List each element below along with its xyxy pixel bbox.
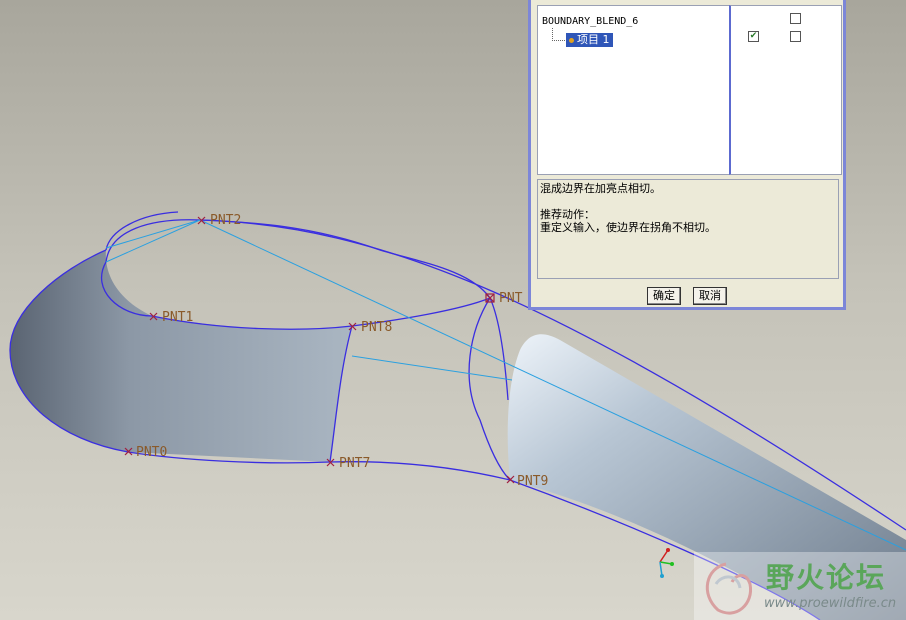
boundary-blend-dialog: BOUNDARY_BLEND_6 项目 1 ✔ 混成边界在加亮点相切。 推荐动作… — [528, 0, 846, 310]
message-pane: 混成边界在加亮点相切。 推荐动作： 重定义输入，使边界在拐角不相切。 — [537, 179, 839, 279]
point-label-pnt1: PNT1 — [162, 310, 193, 325]
checkbox-pane: ✔ — [729, 5, 842, 175]
watermark-title: 野火论坛 — [766, 561, 887, 594]
tree-root-label[interactable]: BOUNDARY_BLEND_6 — [542, 16, 638, 27]
point-marker-pnt-highlight — [485, 293, 495, 303]
tree-item-label: 项目 1 — [577, 33, 610, 46]
cancel-button[interactable]: 取消 — [693, 287, 727, 305]
blend-surface-left[interactable] — [10, 250, 352, 462]
curve-vertical-2 — [489, 297, 509, 401]
tree-item-bullet-icon — [569, 37, 574, 43]
point-label-pnt2: PNT2 — [210, 213, 241, 228]
ok-button[interactable]: 确定 — [647, 287, 681, 305]
recommendation-heading: 推荐动作： — [540, 208, 595, 221]
recommendation-text: 重定义输入，使边界在拐角不相切。 — [540, 221, 716, 234]
point-label-pnt: PNT — [499, 291, 523, 306]
curve-top-loop — [105, 219, 491, 299]
tree-connector — [552, 28, 565, 41]
point-label-pnt0: PNT0 — [136, 445, 167, 460]
coordinate-triad-icon — [659, 548, 674, 578]
watermark-url: www.proewildfire.cn — [764, 596, 897, 611]
point-label-pnt7: PNT7 — [339, 456, 370, 471]
tree-item-selected[interactable]: 项目 1 — [566, 33, 613, 47]
forum-watermark: 野火论坛 www.proewildfire.cn — [694, 552, 906, 620]
point-label-pnt9: PNT9 — [517, 474, 548, 489]
checkbox-row2-col1[interactable]: ✔ — [748, 31, 759, 42]
point-label-pnt8: PNT8 — [361, 320, 392, 335]
checkbox-row1-col2[interactable] — [790, 13, 801, 24]
watermark-logo-icon — [705, 562, 753, 615]
checkbox-row2-col2[interactable] — [790, 31, 801, 42]
message-text: 混成边界在加亮点相切。 — [540, 182, 661, 195]
curve-vertical — [468, 297, 511, 481]
feature-tree-pane[interactable]: BOUNDARY_BLEND_6 项目 1 — [537, 5, 731, 175]
